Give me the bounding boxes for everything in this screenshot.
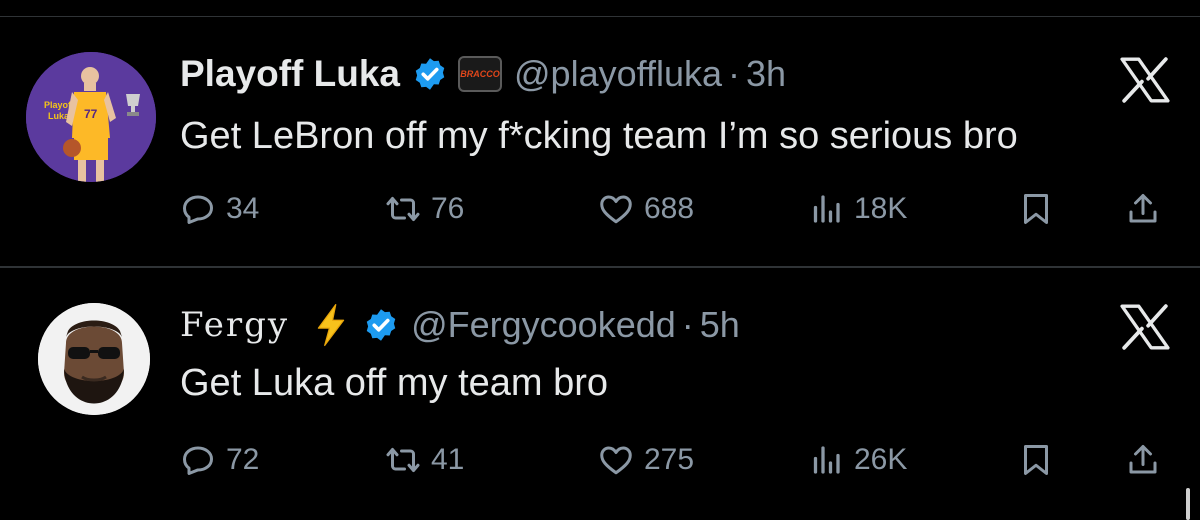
reply-button[interactable]: 72: [180, 438, 259, 482]
retweet-icon: [386, 197, 420, 221]
views-count: 26K: [854, 443, 908, 476]
bookmark-icon: [1024, 445, 1048, 475]
share-button[interactable]: [1125, 438, 1161, 482]
tweet-text: Get Luka off my team bro: [180, 362, 609, 404]
views-button[interactable]: 18K: [808, 187, 907, 231]
reply-icon: [183, 446, 213, 475]
user-handle[interactable]: @playoffluka: [514, 53, 722, 95]
display-name[interactable]: Playoff Luka: [180, 53, 400, 95]
like-count: 688: [644, 192, 695, 225]
affiliate-badge-text: BRACCO: [460, 69, 500, 79]
views-icon: [813, 446, 840, 474]
bookmark-icon: [1024, 194, 1048, 224]
reply-count: 34: [226, 192, 260, 225]
reply-button[interactable]: 34: [180, 187, 259, 231]
svg-text:77: 77: [84, 107, 98, 121]
bookmark-button[interactable]: [1018, 438, 1054, 482]
tweet-header: Playoff Luka BRACCO @playoffluka · 3h: [180, 51, 786, 97]
avatar-image: [38, 303, 150, 415]
lightning-bolt-icon: [317, 303, 345, 347]
share-icon: [1129, 194, 1157, 223]
reply-count: 72: [226, 443, 260, 476]
tweet-actions: 72 41 275 26K: [180, 438, 1170, 482]
display-name[interactable]: Fergy: [180, 305, 289, 345]
verified-badge-icon[interactable]: [363, 307, 399, 343]
tweet-text: Get LeBron off my f*cking team I’m so se…: [180, 115, 1018, 157]
share-button[interactable]: [1125, 187, 1161, 231]
timestamp[interactable]: 3h: [746, 53, 786, 95]
x-logo-icon: [1120, 304, 1170, 350]
retweet-count: 76: [431, 192, 465, 225]
share-icon: [1129, 445, 1157, 474]
like-button[interactable]: 688: [598, 187, 694, 231]
separator-dot: ·: [681, 304, 694, 345]
retweet-count: 41: [431, 443, 465, 476]
user-handle[interactable]: @Fergycookedd: [411, 304, 676, 346]
retweet-button[interactable]: 41: [385, 438, 464, 482]
separator-dot: ·: [728, 53, 741, 94]
tweet-actions: 34 76 688 18K: [180, 187, 1170, 231]
heart-icon: [600, 446, 632, 475]
timestamp[interactable]: 5h: [700, 304, 740, 346]
verified-badge-icon[interactable]: [412, 56, 448, 92]
retweet-icon: [386, 448, 420, 472]
avatar[interactable]: [38, 303, 150, 415]
affiliate-badge[interactable]: BRACCO: [458, 56, 502, 92]
like-count: 275: [644, 443, 695, 476]
heart-icon: [600, 195, 632, 224]
retweet-button[interactable]: 76: [385, 187, 464, 231]
avatar[interactable]: Playoff Luka 77: [26, 52, 156, 182]
bookmark-button[interactable]: [1018, 187, 1054, 231]
views-button[interactable]: 26K: [808, 438, 907, 482]
tweet[interactable]: Playoff Luka 77 Playoff Luka BRACCO @pla…: [0, 17, 1200, 267]
scrollbar[interactable]: [1186, 488, 1190, 520]
reply-icon: [183, 195, 213, 224]
avatar-image: Playoff Luka 77: [26, 52, 156, 182]
views-icon: [813, 195, 840, 223]
tweet[interactable]: Fergy @Fergycookedd · 5h Get Luka off my…: [0, 268, 1200, 518]
x-logo-icon: [1120, 57, 1170, 103]
views-count: 18K: [854, 192, 908, 225]
like-button[interactable]: 275: [598, 438, 694, 482]
tweet-header: Fergy @Fergycookedd · 5h: [180, 302, 740, 348]
